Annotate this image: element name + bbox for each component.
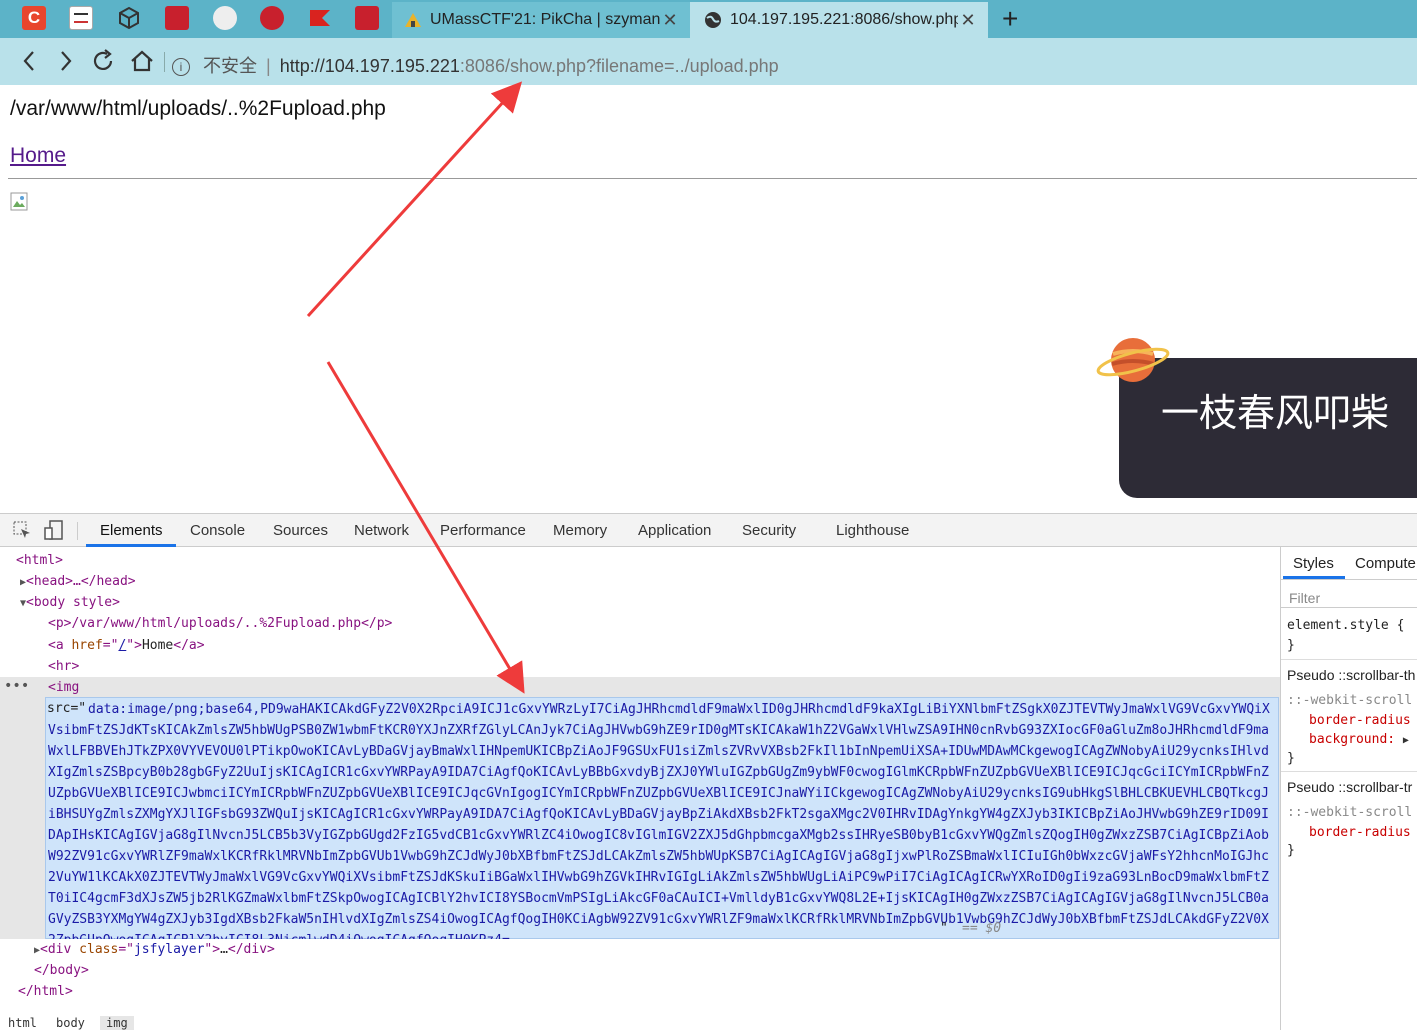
- horizontal-rule: [8, 178, 1417, 179]
- home-link[interactable]: Home: [10, 144, 66, 168]
- close-brace: }: [1287, 751, 1295, 766]
- inspect-element-icon[interactable]: [12, 520, 32, 540]
- breadcrumb-img[interactable]: img: [100, 1016, 134, 1030]
- pinned-tab-red2-icon[interactable]: [355, 6, 379, 30]
- pinned-tab-flag-icon[interactable]: [308, 6, 332, 30]
- tab-styles[interactable]: Styles: [1293, 555, 1334, 572]
- dom-p[interactable]: <p>/var/www/html/uploads/..%2Fupload.php…: [48, 613, 392, 634]
- security-label[interactable]: 不安全: [203, 56, 257, 76]
- dom-head[interactable]: ▶<head>…</head>: [20, 571, 136, 593]
- forward-icon[interactable]: [57, 48, 75, 80]
- src-close-quote: ": [940, 921, 948, 936]
- tab-console[interactable]: Console: [190, 522, 245, 539]
- floating-widget[interactable]: 一枝春风叩柴: [1095, 330, 1417, 500]
- reload-icon[interactable]: [90, 48, 116, 80]
- tab-computed[interactable]: Compute: [1355, 555, 1416, 572]
- dollar0-marker: == $0: [962, 921, 1002, 936]
- devtools-toolbar: Elements Console Sources Network Perform…: [0, 513, 1417, 547]
- tab-title: UMassCTF'21: PikCha | szyman: [430, 11, 660, 28]
- address-bar[interactable]: i 不安全 | http://104.197.195.221:8086/show…: [172, 52, 779, 78]
- pinned-tab-seal-icon[interactable]: [260, 6, 284, 30]
- tab-strip: C UMassCTF'21: PikCha | szyman ✕ 104.197…: [0, 0, 1417, 38]
- widget-text: 一枝春风叩柴: [1161, 391, 1390, 435]
- pinned-tab-doc-icon[interactable]: [69, 6, 93, 30]
- tab-memory[interactable]: Memory: [553, 522, 607, 539]
- info-icon[interactable]: i: [172, 58, 190, 76]
- url-path: :8086/show.php?filename=../upload.php: [459, 56, 779, 76]
- close-brace: }: [1287, 638, 1295, 653]
- pinned-tab-c-icon[interactable]: C: [22, 6, 46, 30]
- breadcrumb-html[interactable]: html: [8, 1016, 37, 1030]
- close-brace: }: [1287, 843, 1295, 858]
- pseudo-scrollbar-track: Pseudo ::scrollbar-tr: [1287, 779, 1413, 795]
- sidebar-tabs: Styles Compute: [1281, 547, 1417, 580]
- dom-body-close[interactable]: </body>: [34, 960, 89, 981]
- element-style-rule[interactable]: element.style {: [1287, 618, 1404, 633]
- globe-icon: [705, 12, 721, 28]
- tab-security[interactable]: Security: [742, 522, 796, 539]
- tab-sources[interactable]: Sources: [273, 522, 328, 539]
- tab-application[interactable]: Application: [638, 522, 711, 539]
- dom-hr[interactable]: <hr>: [48, 656, 79, 677]
- css-prop-border-radius[interactable]: border-radius: [1309, 825, 1411, 840]
- pinned-tab-avatar-icon[interactable]: [213, 6, 237, 30]
- home-icon[interactable]: [129, 48, 155, 80]
- pinned-tab-red-icon[interactable]: [165, 6, 189, 30]
- broken-image-icon: [10, 192, 30, 212]
- url-host: http://104.197.195.221: [279, 56, 460, 76]
- breadcrumb-body[interactable]: body: [56, 1016, 85, 1030]
- tab-show-php[interactable]: 104.197.195.221:8086/show.php ✕: [690, 2, 988, 38]
- tab-performance[interactable]: Performance: [440, 522, 526, 539]
- device-toolbar-icon[interactable]: [44, 520, 64, 540]
- dom-html-open[interactable]: <html>: [16, 550, 63, 571]
- pseudo-scrollbar-thumb: Pseudo ::scrollbar-th: [1287, 667, 1416, 683]
- pseudo-selector[interactable]: ::-webkit-scroll: [1287, 693, 1412, 708]
- address-toolbar: i 不安全 | http://104.197.195.221:8086/show…: [0, 38, 1417, 85]
- tab-network[interactable]: Network: [354, 522, 409, 539]
- new-tab-icon[interactable]: +: [1002, 3, 1018, 35]
- tab-lighthouse[interactable]: Lighthouse: [836, 522, 909, 539]
- pseudo-selector[interactable]: ::-webkit-scroll: [1287, 805, 1412, 820]
- tab-umassctf[interactable]: UMassCTF'21: PikCha | szyman ✕: [392, 2, 690, 38]
- dom-img-open[interactable]: <img: [48, 677, 79, 698]
- planet-icon: [1096, 338, 1170, 382]
- dom-html-close[interactable]: </html>: [18, 981, 73, 1002]
- css-prop-border-radius[interactable]: border-radius: [1309, 713, 1411, 728]
- page-path-text: /var/www/html/uploads/..%2Fupload.php: [10, 97, 386, 120]
- close-tab-icon[interactable]: ✕: [660, 10, 680, 31]
- styles-filter-input[interactable]: Filter: [1281, 580, 1417, 608]
- back-icon[interactable]: [20, 48, 38, 80]
- close-tab-icon[interactable]: ✕: [958, 10, 978, 31]
- elements-panel: ••• <html> ▶<head>…</head> ▼<body style>…: [0, 547, 1280, 1030]
- tab-elements[interactable]: Elements: [100, 522, 163, 539]
- css-prop-background[interactable]: background: ▶: [1309, 732, 1409, 747]
- styles-sidebar: Styles Compute Filter element.style { } …: [1280, 547, 1417, 1030]
- dom-div-jsfylayer[interactable]: ▶<div class="jsfylayer">…</div>: [34, 939, 275, 961]
- more-options-icon[interactable]: •••: [4, 676, 29, 697]
- expand-arrow-icon[interactable]: ▶: [1403, 735, 1409, 746]
- arrow-to-url: [306, 81, 523, 318]
- tab-title: 104.197.195.221:8086/show.php: [730, 11, 958, 28]
- pinned-tab-cube-icon[interactable]: [117, 6, 141, 30]
- dom-a[interactable]: <a href="/">Home</a>: [48, 635, 205, 656]
- tab-favicon-icon: [405, 13, 421, 27]
- data-uri-value[interactable]: data:image/png;base64,PD9waHAKICAkdGFyZ2…: [48, 699, 1276, 939]
- dom-body-open[interactable]: ▼<body style>: [20, 592, 120, 614]
